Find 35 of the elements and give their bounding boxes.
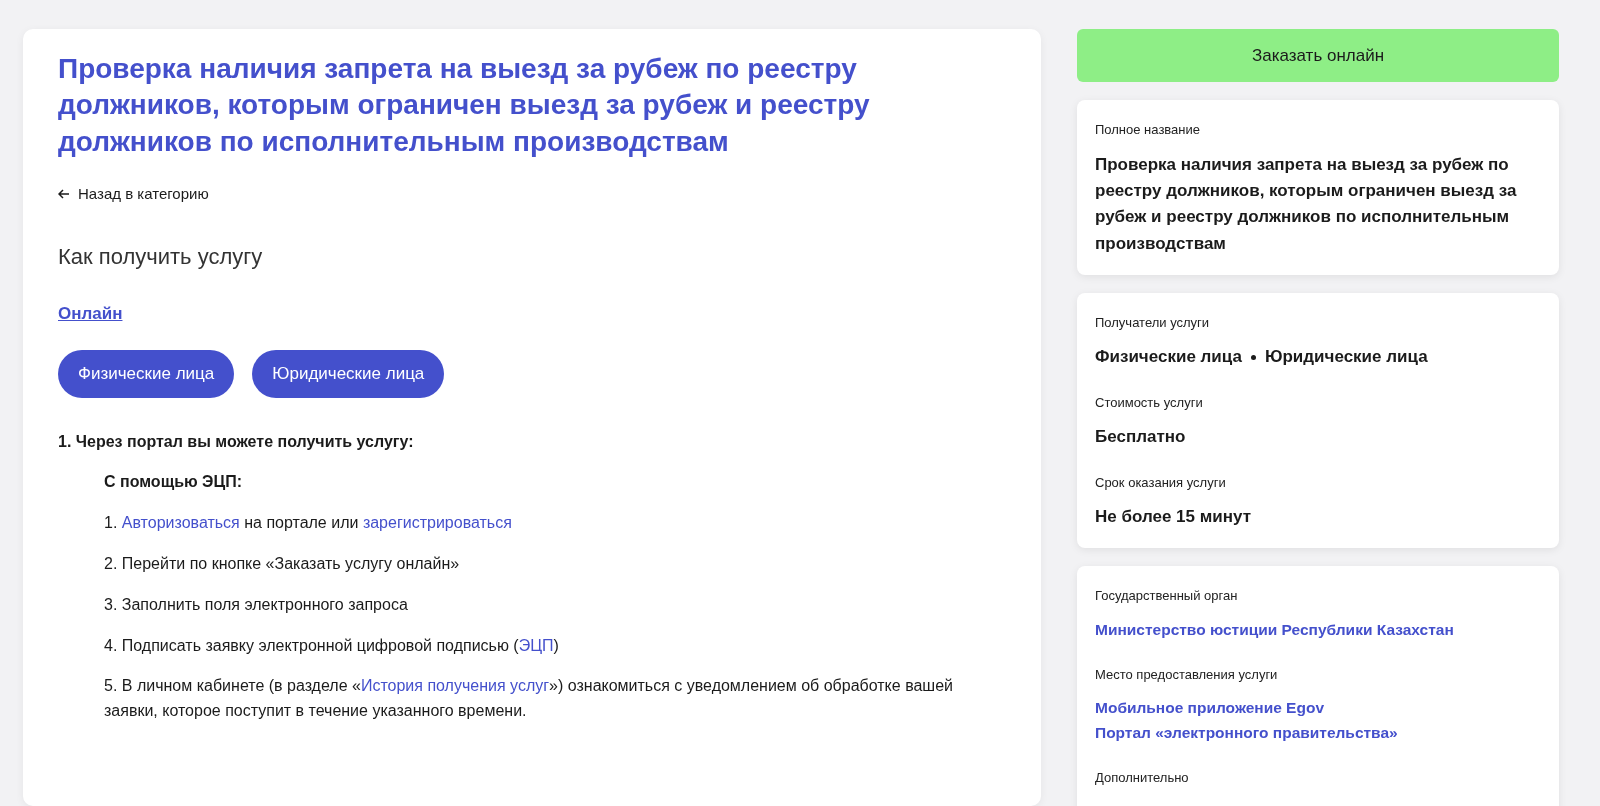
- step-link[interactable]: Авторизоваться: [121, 514, 240, 532]
- field-label: Полное название: [1095, 121, 1201, 139]
- field-label: Место предоставления услуги: [1095, 665, 1279, 684]
- arrow-left-icon: [58, 189, 70, 200]
- field-label: Стоимость услуги: [1095, 393, 1204, 412]
- field-value: Не более 15 минут: [1095, 506, 1253, 529]
- field-value: Бесплатно: [1095, 426, 1187, 449]
- separator-dot: [1250, 355, 1256, 361]
- online-tab-link[interactable]: Онлайн: [58, 303, 123, 323]
- step-text: 4. Подписать заявку электронной цифровой подписью (ЭЦП): [104, 635, 560, 656]
- step-text: 1. Авторизоваться на портале или зарегистрироваться: [104, 513, 513, 534]
- step-heading: 1. Через портал вы можете получить услугу:: [58, 431, 415, 452]
- recipient-button[interactable]: Юридические лица: [252, 350, 445, 398]
- page-title: Проверка наличия запрета на выезд за рубеж по реестру должников, которым ограничен выезд за рубеж и реестру должников по исполнительным производствам: [58, 52, 871, 159]
- field-value: Физические лица: [1095, 347, 1242, 367]
- field-link[interactable]: Министерство юстиции Республики Казахстан: [1095, 617, 1541, 643]
- step-link[interactable]: ЭЦП: [518, 636, 554, 654]
- field-value: Юридические лица: [1264, 347, 1428, 367]
- step-link[interactable]: зарегистрироваться: [362, 514, 512, 532]
- back-link[interactable]: Назад в категорию: [58, 182, 209, 206]
- field-value: Проверка наличия запрета на выезд за рубеж по реестру должников, которым ограничен выезд за рубеж и реестру должников по исполнительным производствам: [1095, 153, 1518, 255]
- field-label: Срок оказания услуги: [1095, 473, 1227, 492]
- method-heading: С помощью ЭЦП:: [104, 472, 243, 493]
- section-heading: Как получить услугу: [58, 244, 264, 271]
- field-label: Государственный орган: [1095, 587, 1239, 606]
- step-text: 5. В личном кабинете (в разделе «История получения услуг») ознакомиться с уведомлением об обработке вашей заявки, которое поступит в течение указанного времени.: [104, 676, 955, 722]
- recipient-button[interactable]: Физические лица: [58, 350, 235, 398]
- field-label: Получатели услуги: [1095, 313, 1211, 332]
- step-text: 2. Перейти по кнопке «Заказать услугу онлайн»: [104, 553, 461, 574]
- step-text: 3. Заполнить поля электронного запроса: [104, 594, 409, 615]
- order-online-button[interactable]: Заказать онлайн: [1077, 29, 1559, 82]
- step-link[interactable]: История получения услуг: [360, 677, 550, 695]
- field-link[interactable]: Мобильное приложение Egov: [1095, 696, 1541, 721]
- field-link[interactable]: Портал «электронного правительства»: [1095, 721, 1541, 746]
- field-label: Дополнительно: [1095, 768, 1190, 787]
